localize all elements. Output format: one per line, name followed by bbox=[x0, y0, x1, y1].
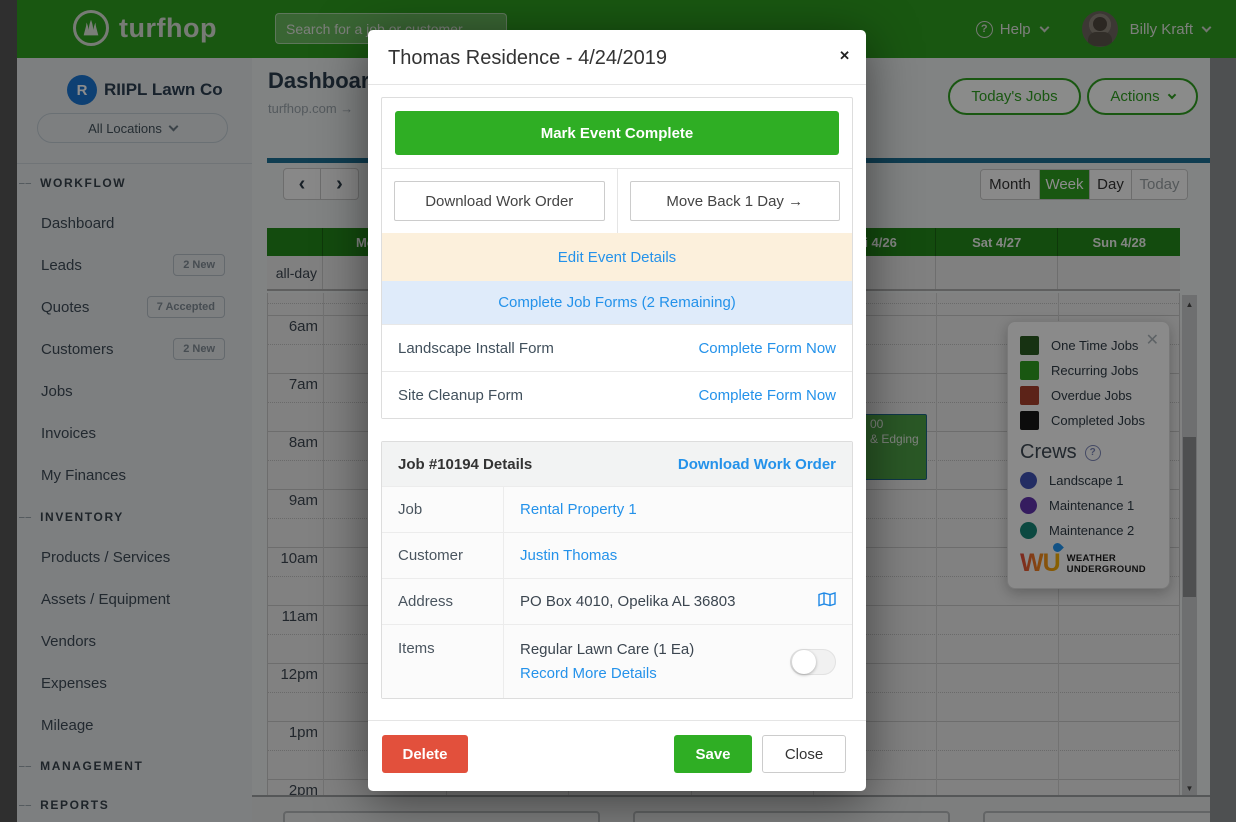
close-icon[interactable]: ✕ bbox=[839, 48, 850, 64]
customer-row: Customer Justin Thomas bbox=[382, 532, 852, 578]
job-link[interactable]: Rental Property 1 bbox=[520, 501, 637, 518]
complete-form-link[interactable]: Complete Form Now bbox=[698, 340, 836, 357]
modal-body: Mark Event Complete Download Work Order … bbox=[368, 85, 866, 720]
address-value: PO Box 4010, Opelika AL 36803 bbox=[520, 593, 735, 610]
delete-button[interactable]: Delete bbox=[382, 735, 468, 773]
map-icon[interactable] bbox=[818, 592, 836, 611]
close-button[interactable]: Close bbox=[762, 735, 846, 773]
move-back-button[interactable]: Move Back 1 Day → bbox=[630, 181, 841, 221]
modal-header: Thomas Residence - 4/24/2019 ✕ bbox=[368, 30, 866, 85]
event-actions-panel: Mark Event Complete Download Work Order … bbox=[381, 97, 853, 419]
job-details-panel: Job #10194 Details Download Work Order J… bbox=[381, 441, 853, 699]
toggle-knob bbox=[792, 650, 816, 674]
job-row: Job Rental Property 1 bbox=[382, 486, 852, 532]
record-more-details-link[interactable]: Record More Details bbox=[520, 665, 694, 682]
form-row-landscape-install: Landscape Install Form Complete Form Now bbox=[382, 324, 852, 371]
item-toggle[interactable] bbox=[790, 649, 836, 675]
modal-footer: Delete Save Close bbox=[368, 720, 866, 791]
mark-event-complete-button[interactable]: Mark Event Complete bbox=[395, 111, 839, 155]
complete-form-link[interactable]: Complete Form Now bbox=[698, 387, 836, 404]
item-value: Regular Lawn Care (1 Ea) bbox=[520, 641, 694, 658]
secondary-actions-row: Download Work Order Move Back 1 Day → bbox=[382, 168, 852, 233]
event-modal: Thomas Residence - 4/24/2019 ✕ Mark Even… bbox=[368, 30, 866, 791]
modal-title: Thomas Residence - 4/24/2019 bbox=[388, 47, 846, 70]
save-button[interactable]: Save bbox=[674, 735, 752, 773]
edit-event-details-row[interactable]: Edit Event Details bbox=[382, 233, 852, 281]
items-row: Items Regular Lawn Care (1 Ea) Record Mo… bbox=[382, 624, 852, 698]
job-details-header: Job #10194 Details Download Work Order bbox=[382, 442, 852, 486]
complete-job-forms-row[interactable]: Complete Job Forms (2 Remaining) bbox=[382, 281, 852, 324]
form-row-site-cleanup: Site Cleanup Form Complete Form Now bbox=[382, 371, 852, 418]
download-work-order-button[interactable]: Download Work Order bbox=[394, 181, 605, 221]
download-work-order-link[interactable]: Download Work Order bbox=[678, 456, 836, 473]
address-row: Address PO Box 4010, Opelika AL 36803 bbox=[382, 578, 852, 624]
customer-link[interactable]: Justin Thomas bbox=[520, 547, 617, 564]
app-root: turfhop ? Help Billy Kraft R RIIPL Lawn … bbox=[0, 0, 1236, 822]
